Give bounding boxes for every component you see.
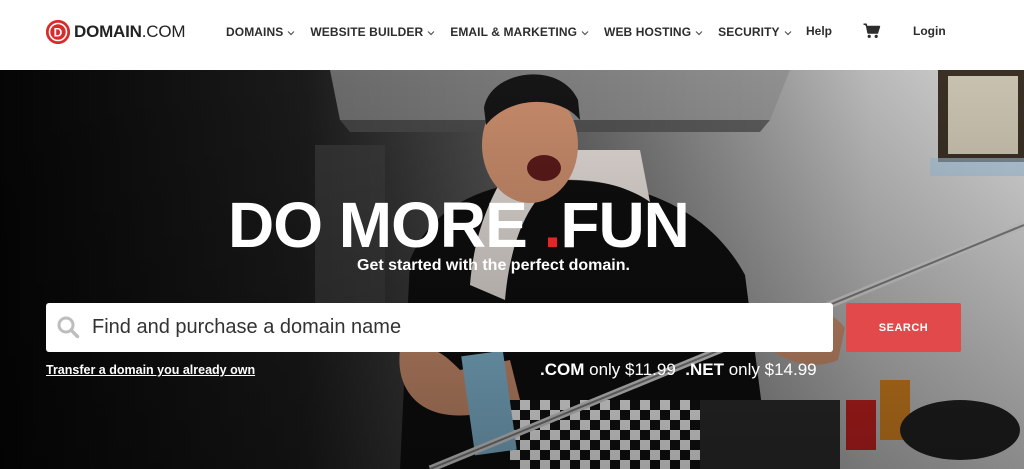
help-link[interactable]: Help [806,24,832,40]
nav-item-email-marketing[interactable]: EMAIL & MARKETING [450,25,589,39]
domain-com-logo[interactable]: D DOMAIN.COM [46,20,186,44]
domain-search-box [46,303,833,352]
logo-suffix: .COM [141,22,186,41]
headline-red-dot: . [543,189,562,261]
site-header: D DOMAIN.COM DOMAINS WEBSITE BUILDER EMA… [0,0,1024,70]
nav-item-website-builder[interactable]: WEBSITE BUILDER [310,25,435,39]
hero-section: DO MORE .FUN Get started with the perfec… [0,70,1024,469]
headline-part-2: FUN [560,189,690,261]
tld-pricing: .COM only $11.99 .NET only $14.99 [540,360,817,380]
chevron-down-icon [287,25,295,39]
headline-part-1: DO MORE [228,189,528,261]
search-icon [56,315,80,339]
hero-subheadline: Get started with the perfect domain. [357,257,630,274]
chevron-down-icon [695,25,703,39]
login-link[interactable]: Login [913,24,946,40]
chevron-down-icon [581,25,589,39]
chevron-down-icon [427,25,435,39]
chevron-down-icon [784,25,792,39]
nav-item-label: WEB HOSTING [604,25,692,39]
com-price: only $11.99 [589,360,676,379]
logo-mark-icon: D [46,20,70,44]
nav-item-security[interactable]: SECURITY [718,25,792,39]
nav-item-domains[interactable]: DOMAINS [226,25,295,39]
shopping-cart-icon[interactable] [863,23,881,39]
svg-text:D: D [54,26,63,40]
nav-item-label: WEBSITE BUILDER [310,25,424,39]
nav-item-label: EMAIL & MARKETING [450,25,578,39]
nav-item-label: DOMAINS [226,25,284,39]
logo-text: DOMAIN.COM [74,22,186,42]
com-tld: .COM [540,360,585,379]
domain-search-input[interactable] [92,303,822,352]
nav-item-label: SECURITY [718,25,780,39]
net-tld: .NET [685,360,724,379]
search-button[interactable]: SEARCH [846,303,961,352]
transfer-domain-link[interactable]: Transfer a domain you already own [46,363,255,377]
hero-headline: DO MORE .FUN [228,192,708,258]
net-price: only $14.99 [728,360,817,379]
nav-item-web-hosting[interactable]: WEB HOSTING [604,25,703,39]
logo-brand: DOMAIN [74,22,142,41]
main-nav: DOMAINS WEBSITE BUILDER EMAIL & MARKETIN… [226,24,807,40]
